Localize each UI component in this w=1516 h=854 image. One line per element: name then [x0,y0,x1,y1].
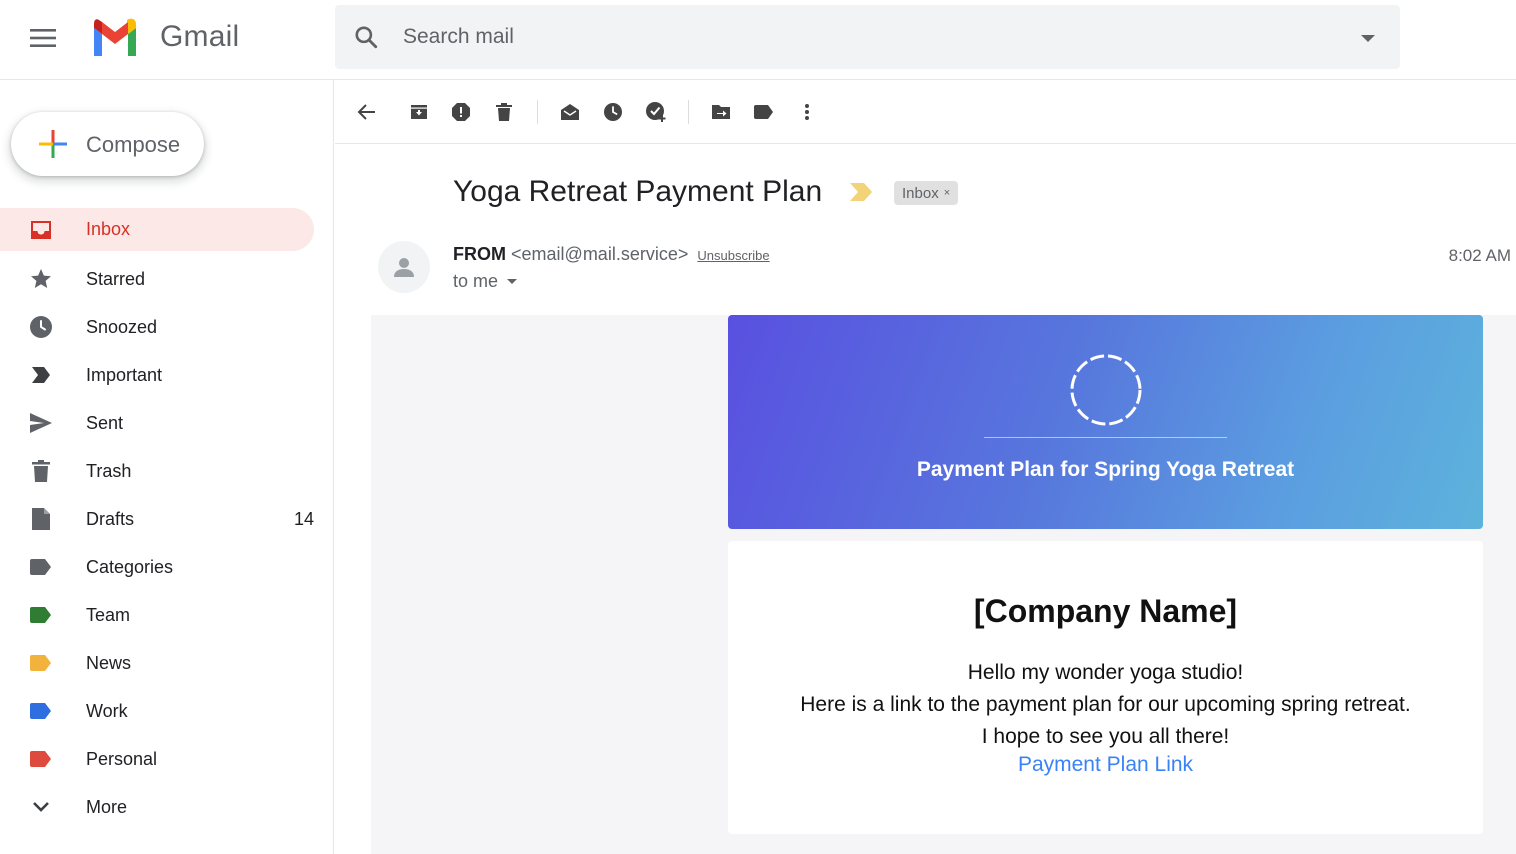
email-message-card: [Company Name] Hello my wonder yoga stud… [728,541,1483,834]
label-icon [28,650,54,676]
message-text: Here is a link to the payment plan for o… [800,693,1411,748]
sidebar-item-label: Inbox [86,219,131,239]
sidebar-item-label: Starred [86,268,146,289]
sidebar-item-important[interactable]: Important [0,351,314,399]
drafts-count: 14 [293,508,314,529]
email-message: Hello my wonder yoga studio! Here is a l… [798,657,1413,753]
sidebar: Compose Inbox Starred Snoozed Important [0,80,334,854]
sidebar-item-label: Work [86,700,128,721]
sidebar-item-label: Snoozed [86,316,158,337]
chevron-down-icon [28,794,54,820]
sidebar-item-label: News [86,652,132,673]
ring-icon [1070,354,1142,426]
archive-icon[interactable] [407,100,431,124]
email-timestamp: 8:02 AM [1448,246,1511,265]
sidebar-item-starred[interactable]: Starred [0,255,314,303]
search-options-icon[interactable] [1358,31,1378,45]
label-icon [28,602,54,628]
compose-button[interactable]: Compose [11,112,204,176]
trash-icon [28,458,54,484]
sidebar-item-label: Personal [86,748,158,769]
email-subject: Yoga Retreat Payment Plan [453,175,823,208]
inbox-icon [28,217,54,243]
hero-title: Payment Plan for Spring Yoga Retreat [916,458,1295,481]
person-icon [394,258,414,277]
report-spam-icon[interactable] [449,100,473,124]
recipient-label: to me [453,271,499,291]
message-toolbar [335,80,1516,144]
plus-icon [37,128,69,160]
back-arrow-icon[interactable] [355,100,379,124]
greeting-text: Hello my wonder yoga studio! [967,661,1244,684]
sidebar-item-label: Categories [86,556,174,577]
top-bar: Gmail [0,0,1516,80]
sidebar-item-drafts[interactable]: Drafts 14 [0,495,314,543]
sidebar-item-label: Team [86,604,131,625]
snooze-icon[interactable] [601,100,625,124]
recipient-details[interactable]: to me [453,271,518,292]
avatar [378,241,430,293]
important-marker-icon[interactable] [849,181,875,203]
sidebar-item-team[interactable]: Team [0,591,314,639]
sidebar-item-more[interactable]: More [0,783,314,831]
sidebar-item-inbox[interactable]: Inbox [0,208,314,251]
hero-divider [984,437,1227,438]
brand-name: Gmail [160,20,240,53]
sidebar-item-trash[interactable]: Trash [0,447,314,495]
sidebar-nav: Inbox Starred Snoozed Important Sent Tra… [0,208,334,831]
main-content: Yoga Retreat Payment Plan Inbox × FROM <… [335,80,1516,854]
toolbar-divider [537,100,538,124]
label-as-icon[interactable] [752,100,776,124]
sidebar-item-news[interactable]: News [0,639,314,687]
toolbar-divider [688,100,689,124]
star-icon [28,266,54,292]
search-bar[interactable] [335,5,1400,69]
hamburger-icon[interactable] [22,18,64,58]
draft-icon [28,506,54,532]
inbox-label-chip[interactable]: Inbox × [894,181,959,205]
company-name: [Company Name] [973,593,1238,629]
add-task-icon[interactable] [644,100,668,124]
sidebar-item-label: Important [86,364,163,385]
mark-unread-icon[interactable] [558,100,582,124]
sidebar-item-sent[interactable]: Sent [0,399,314,447]
email-hero-banner: Payment Plan for Spring Yoga Retreat [728,315,1483,529]
sidebar-item-label: Drafts [86,508,135,529]
important-icon [28,362,54,388]
remove-label-icon[interactable]: × [944,187,950,199]
sender-email: <email@mail.service> [511,244,689,264]
compose-label: Compose [86,132,181,157]
sidebar-item-categories[interactable]: Categories [0,543,314,591]
sidebar-item-work[interactable]: Work [0,687,314,735]
delete-icon[interactable] [492,100,516,124]
caret-down-icon [507,278,518,284]
clock-icon [28,314,54,340]
sidebar-item-personal[interactable]: Personal [0,735,314,783]
sender-line: FROM <email@mail.service> Unsubscribe [453,244,770,265]
label-icon [28,698,54,724]
payment-plan-link[interactable]: Payment Plan Link [728,753,1483,777]
sender-name: FROM [453,244,506,264]
sidebar-item-label: More [86,796,128,817]
sidebar-item-label: Sent [86,412,124,433]
sidebar-item-label: Trash [86,460,132,481]
sidebar-item-snoozed[interactable]: Snoozed [0,303,314,351]
search-icon[interactable] [353,24,379,50]
more-options-icon[interactable] [795,100,819,124]
label-icon [28,746,54,772]
chip-label: Inbox [902,184,939,202]
send-icon [28,410,54,436]
move-to-icon[interactable] [709,100,733,124]
unsubscribe-link[interactable]: Unsubscribe [697,248,769,263]
search-input[interactable] [403,19,1303,55]
label-icon [28,554,54,580]
gmail-logo[interactable] [90,18,140,58]
email-body: Payment Plan for Spring Yoga Retreat [Co… [371,315,1516,854]
